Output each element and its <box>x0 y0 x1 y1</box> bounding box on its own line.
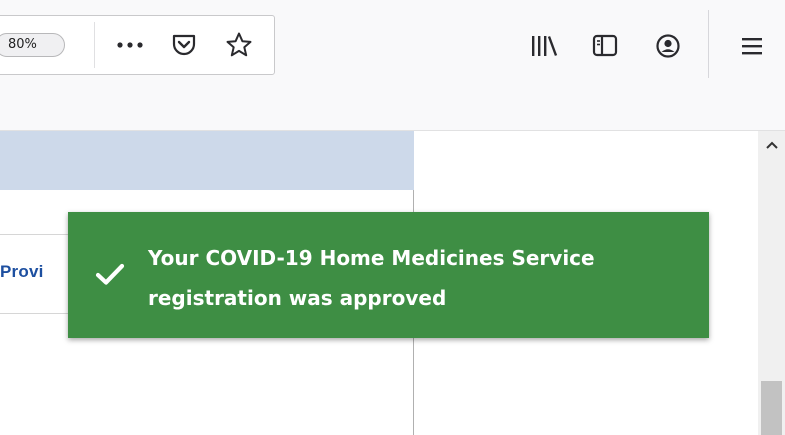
hamburger-menu-icon[interactable] <box>734 28 770 64</box>
provider-link[interactable]: Provi <box>0 262 44 282</box>
bookmark-star-icon[interactable] <box>221 27 257 63</box>
more-actions-icon[interactable] <box>112 27 148 63</box>
checkmark-icon <box>90 259 130 289</box>
success-toast: Your COVID-19 Home Medicines Service reg… <box>68 212 709 338</box>
zoom-indicator[interactable]: 80% <box>0 33 65 57</box>
scrollbar-thumb[interactable] <box>761 381 782 435</box>
toast-message: Your COVID-19 Home Medicines Service reg… <box>148 246 595 310</box>
browser-toolbar: 80% <box>0 0 785 131</box>
library-icon[interactable] <box>526 28 562 64</box>
page-header-band <box>0 131 414 190</box>
account-icon[interactable] <box>650 28 686 64</box>
toolbar-separator <box>708 10 709 78</box>
scroll-up-arrow-icon[interactable] <box>758 133 785 157</box>
url-bar[interactable]: 80% <box>0 15 275 75</box>
vertical-scrollbar[interactable] <box>758 131 785 435</box>
pocket-icon[interactable] <box>166 27 202 63</box>
url-bar-separator <box>94 22 95 68</box>
sidebar-icon[interactable] <box>587 28 623 64</box>
